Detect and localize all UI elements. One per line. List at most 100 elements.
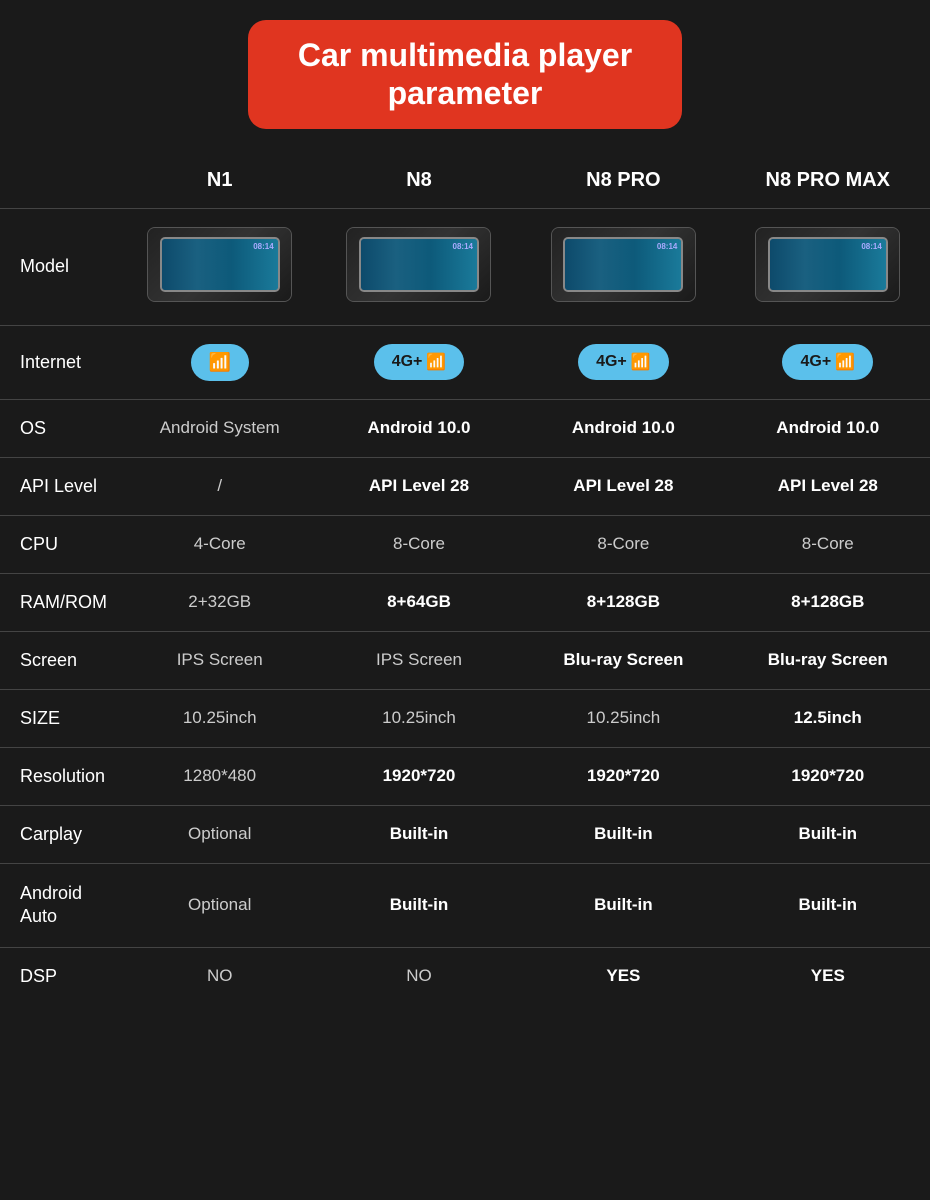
internet-n1-cell: 📶: [123, 325, 317, 399]
table-header-row: N1 N8 N8 PRO N8 PRO MAX: [0, 159, 930, 209]
api-n1: /: [123, 457, 317, 515]
internet-n8promax-cell: 4G+ 📶: [726, 325, 930, 399]
carplay-n8: Built-in: [317, 805, 521, 863]
size-n1: 10.25inch: [123, 689, 317, 747]
android-auto-n8: Built-in: [317, 863, 521, 947]
col-header-n8: N8: [317, 159, 521, 209]
header-section: Car multimedia player parameter: [0, 0, 930, 159]
api-n8promax: API Level 28: [726, 457, 930, 515]
ram-n1: 2+32GB: [123, 573, 317, 631]
page-title: Car multimedia player parameter: [298, 36, 632, 113]
row-dsp: DSP NO NO YES YES: [0, 947, 930, 1005]
os-n8pro: Android 10.0: [521, 399, 725, 457]
api-n8pro: API Level 28: [521, 457, 725, 515]
carplay-n8promax: Built-in: [726, 805, 930, 863]
model-n1-cell: [123, 208, 317, 325]
res-n8pro: 1920*720: [521, 747, 725, 805]
col-header-n1: N1: [123, 159, 317, 209]
label-screen: Screen: [0, 631, 123, 689]
model-n8promax-cell: [726, 208, 930, 325]
cpu-n8pro: 8-Core: [521, 515, 725, 573]
model-n8-cell: [317, 208, 521, 325]
android-auto-n8pro: Built-in: [521, 863, 725, 947]
res-n8: 1920*720: [317, 747, 521, 805]
badge-label-n8promax: 4G+: [800, 353, 831, 371]
label-android-auto: Android Auto: [0, 863, 123, 947]
wifi-icon: 📶: [209, 352, 231, 373]
res-n8promax: 1920*720: [726, 747, 930, 805]
row-screen: Screen IPS Screen IPS Screen Blu-ray Scr…: [0, 631, 930, 689]
row-carplay: Carplay Optional Built-in Built-in Built…: [0, 805, 930, 863]
row-os: OS Android System Android 10.0 Android 1…: [0, 399, 930, 457]
carplay-n1: Optional: [123, 805, 317, 863]
screen-n8pro: [563, 237, 683, 292]
res-n1: 1280*480: [123, 747, 317, 805]
col-header-n8promax: N8 PRO MAX: [726, 159, 930, 209]
screen-n8promax: [768, 237, 888, 292]
row-android-auto: Android Auto Optional Built-in Built-in …: [0, 863, 930, 947]
dsp-n8pro: YES: [521, 947, 725, 1005]
ram-n8: 8+64GB: [317, 573, 521, 631]
api-n8: API Level 28: [317, 457, 521, 515]
screen-type-n8: IPS Screen: [317, 631, 521, 689]
model-n1-image: [147, 227, 292, 302]
size-n8promax: 12.5inch: [726, 689, 930, 747]
badge-4g-n8promax: 4G+ 📶: [782, 344, 873, 380]
internet-n8-cell: 4G+ 📶: [317, 325, 521, 399]
header-title-box: Car multimedia player parameter: [248, 20, 682, 129]
col-header-label: [0, 159, 123, 209]
col-header-n8pro: N8 PRO: [521, 159, 725, 209]
model-n8-image: [346, 227, 491, 302]
carplay-n8pro: Built-in: [521, 805, 725, 863]
size-n8pro: 10.25inch: [521, 689, 725, 747]
dsp-n1: NO: [123, 947, 317, 1005]
cpu-n1: 4-Core: [123, 515, 317, 573]
cpu-n8: 8-Core: [317, 515, 521, 573]
android-auto-n1: Optional: [123, 863, 317, 947]
label-cpu: CPU: [0, 515, 123, 573]
row-resolution: Resolution 1280*480 1920*720 1920*720 19…: [0, 747, 930, 805]
label-carplay: Carplay: [0, 805, 123, 863]
badge-4g-n8pro: 4G+ 📶: [578, 344, 669, 380]
wifi-badge-n1: 📶: [191, 344, 249, 381]
row-size: SIZE 10.25inch 10.25inch 10.25inch 12.5i…: [0, 689, 930, 747]
row-internet: Internet 📶 4G+ 📶 4G+ 📶: [0, 325, 930, 399]
label-api: API Level: [0, 457, 123, 515]
badge-label-n8pro: 4G+: [596, 353, 627, 371]
internet-n8pro-cell: 4G+ 📶: [521, 325, 725, 399]
row-api: API Level / API Level 28 API Level 28 AP…: [0, 457, 930, 515]
page-container: Car multimedia player parameter N1 N8 N8…: [0, 0, 930, 1005]
screen-type-n8promax: Blu-ray Screen: [726, 631, 930, 689]
wifi-icon-n8promax: 📶: [835, 352, 855, 372]
label-size: SIZE: [0, 689, 123, 747]
model-n8pro-image: [551, 227, 696, 302]
label-model: Model: [0, 208, 123, 325]
label-os: OS: [0, 399, 123, 457]
badge-label-n8: 4G+: [392, 353, 423, 371]
label-ram: RAM/ROM: [0, 573, 123, 631]
screen-type-n1: IPS Screen: [123, 631, 317, 689]
os-n8: Android 10.0: [317, 399, 521, 457]
row-cpu: CPU 4-Core 8-Core 8-Core 8-Core: [0, 515, 930, 573]
comparison-table: N1 N8 N8 PRO N8 PRO MAX Model: [0, 159, 930, 1005]
wifi-icon-n8: 📶: [426, 352, 446, 372]
badge-4g-n8: 4G+ 📶: [374, 344, 465, 380]
row-ram: RAM/ROM 2+32GB 8+64GB 8+128GB 8+128GB: [0, 573, 930, 631]
row-model: Model: [0, 208, 930, 325]
android-auto-n8promax: Built-in: [726, 863, 930, 947]
ram-n8promax: 8+128GB: [726, 573, 930, 631]
model-n8pro-cell: [521, 208, 725, 325]
dsp-n8promax: YES: [726, 947, 930, 1005]
size-n8: 10.25inch: [317, 689, 521, 747]
screen-n1: [160, 237, 280, 292]
os-n1: Android System: [123, 399, 317, 457]
label-resolution: Resolution: [0, 747, 123, 805]
ram-n8pro: 8+128GB: [521, 573, 725, 631]
label-dsp: DSP: [0, 947, 123, 1005]
screen-n8: [359, 237, 479, 292]
screen-type-n8pro: Blu-ray Screen: [521, 631, 725, 689]
model-n8promax-image: [755, 227, 900, 302]
os-n8promax: Android 10.0: [726, 399, 930, 457]
label-internet: Internet: [0, 325, 123, 399]
wifi-icon-n8pro: 📶: [631, 352, 651, 372]
